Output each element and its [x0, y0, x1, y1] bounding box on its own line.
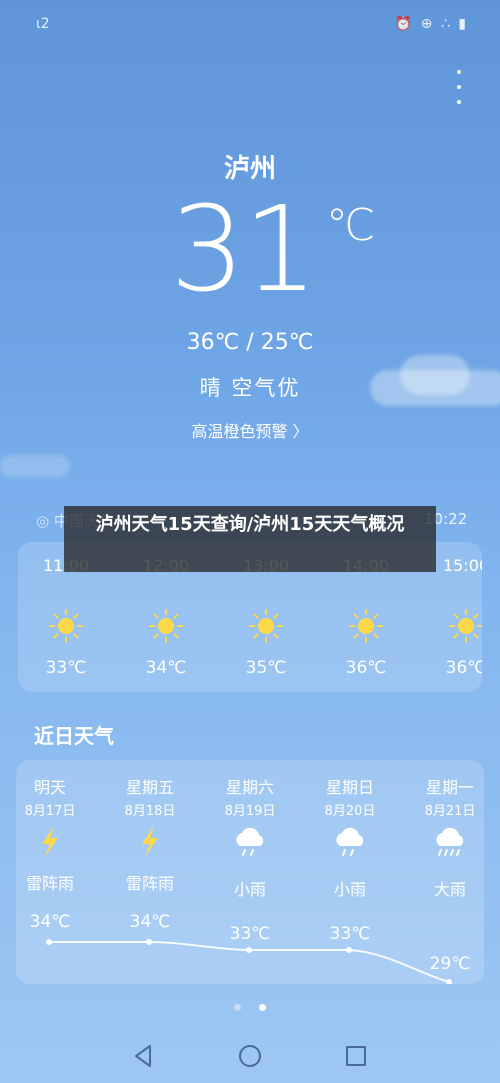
- more-menu-icon[interactable]: [454, 70, 464, 104]
- day-name: 明天: [33, 778, 66, 797]
- lightning-icon: [42, 826, 58, 858]
- day-date: 8月19日: [224, 804, 276, 819]
- day-temp: 29℃: [429, 954, 471, 974]
- day-date: 8月20日: [324, 804, 376, 819]
- day-condition: 雷阵雨: [25, 874, 74, 893]
- hour-temp: 36℃: [445, 658, 482, 678]
- caption-text: 泸州天气15天查询/泸州15天天气概况: [95, 514, 405, 535]
- sun-icon: [249, 609, 283, 643]
- weather-condition: 晴 空气优: [199, 376, 301, 400]
- lightning-icon: [142, 826, 158, 858]
- day-name: 星期日: [325, 778, 374, 797]
- caption-overlay: 泸州天气15天查询/泸州15天天气概况: [64, 506, 436, 572]
- sun-icon: [449, 609, 482, 643]
- sun-icon: [49, 609, 83, 643]
- sun-icon: [349, 609, 383, 643]
- cloud-decoration: [0, 455, 70, 477]
- day-date: 8月17日: [24, 804, 76, 819]
- rain-cloud-icon: [236, 827, 264, 856]
- page-dot: [234, 1004, 241, 1011]
- current-temperature: 31: [170, 180, 318, 318]
- hour-temp: 36℃: [345, 658, 387, 678]
- rain-cloud-icon: [336, 827, 364, 856]
- signal-status: ι2: [36, 16, 50, 32]
- heavy-rain-cloud-icon: [436, 827, 464, 856]
- home-icon[interactable]: [236, 1042, 264, 1070]
- day-name: 星期六: [225, 778, 274, 797]
- status-bar: ι2 ⏰ ⊕ ∴ ▮: [0, 0, 500, 40]
- day-condition: 大雨: [433, 880, 466, 899]
- source-logo-icon: ◎: [36, 512, 50, 530]
- page-dot-active: [259, 1004, 266, 1011]
- hour-temp: 35℃: [245, 658, 287, 678]
- status-icons: ⏰ ⊕ ∴ ▮: [394, 16, 468, 32]
- day-temp: 33℃: [329, 924, 371, 944]
- page-indicator: [234, 1004, 266, 1012]
- temperature-unit: ℃: [326, 200, 376, 251]
- system-navigation-bar: [0, 1030, 500, 1083]
- back-icon[interactable]: [130, 1042, 158, 1070]
- section-title: 近日天气: [34, 724, 114, 748]
- day-name: 星期一: [425, 778, 474, 797]
- weather-alert-link[interactable]: 高温橙色预警 〉: [0, 418, 500, 442]
- day-temp: 33℃: [229, 924, 271, 944]
- day-temp: 34℃: [129, 912, 171, 932]
- day-date: 8月18日: [124, 804, 176, 819]
- day-condition: 小雨: [233, 880, 266, 899]
- day-condition: 小雨: [333, 880, 366, 899]
- day-name: 星期五: [125, 778, 174, 797]
- daily-forecast[interactable]: 明天 8月17日 雷阵雨 34℃ 星期五 8月18日 雷阵雨 34℃ 星期六 8…: [16, 760, 484, 984]
- day-temp: 34℃: [29, 912, 71, 932]
- recents-icon[interactable]: [342, 1042, 370, 1070]
- temperature-range: 36℃ / 25℃: [186, 330, 314, 355]
- sun-icon: [149, 609, 183, 643]
- hour-temp: 34℃: [145, 658, 187, 678]
- day-condition: 雷阵雨: [125, 874, 174, 893]
- hour-temp: 33℃: [45, 658, 87, 678]
- day-date: 8月21日: [424, 804, 476, 819]
